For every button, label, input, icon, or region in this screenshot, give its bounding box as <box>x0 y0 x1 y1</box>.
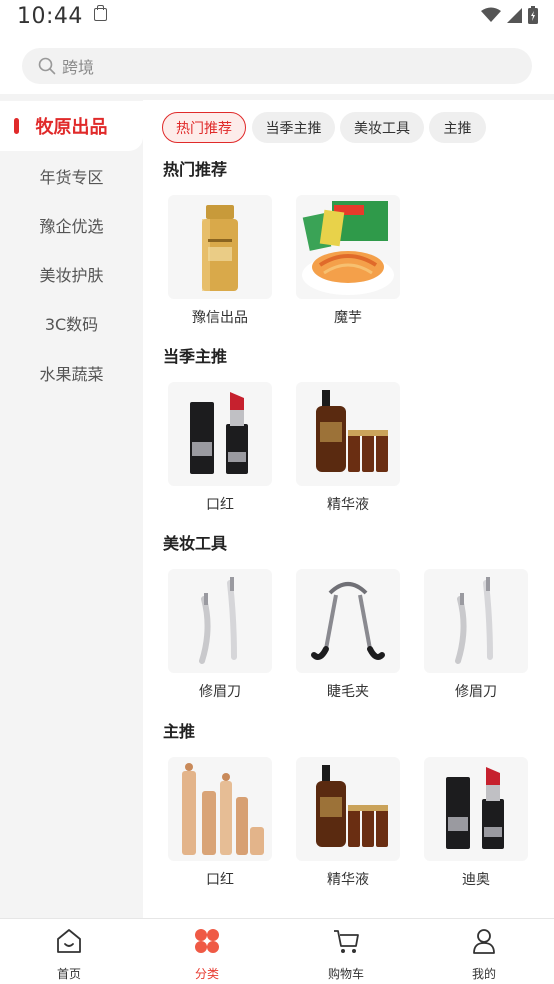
sidebar-item-label: 水果蔬菜 <box>39 365 104 384</box>
battery-icon <box>528 6 538 24</box>
product-name: 精华液 <box>327 872 369 888</box>
eyelash-curler-image <box>296 569 400 673</box>
serum-image <box>296 757 400 861</box>
product-name: 口红 <box>206 872 234 888</box>
section-title: 热门推荐 <box>163 160 228 179</box>
section-title: 美妆工具 <box>163 534 228 553</box>
lipstick-image <box>168 382 272 486</box>
chip-season[interactable]: 当季主推 <box>252 112 335 143</box>
active-indicator <box>14 118 19 134</box>
sidebar-item-fruit-veg[interactable]: 水果蔬菜 <box>0 348 143 398</box>
sunscreen-image <box>168 195 272 299</box>
nav-profile[interactable]: 我的 <box>444 927 524 982</box>
sidebar-item-beauty[interactable]: 美妆护肤 <box>0 249 143 299</box>
product-card[interactable]: 睫毛夹 <box>296 569 400 701</box>
sidebar-item-label: 3C数码 <box>44 315 99 334</box>
product-name: 豫信出品 <box>192 310 248 326</box>
eyebrow-razor-image <box>424 569 528 673</box>
product-name: 修眉刀 <box>199 684 241 700</box>
signal-icon <box>507 7 522 23</box>
chip-main[interactable]: 主推 <box>429 112 486 143</box>
eyebrow-razor-image <box>168 569 272 673</box>
konjac-image <box>296 195 400 299</box>
search-input[interactable]: 跨境 <box>22 48 532 84</box>
section-title: 当季主推 <box>163 347 228 366</box>
product-name: 口红 <box>206 497 234 513</box>
nav-label: 购物车 <box>327 967 364 981</box>
product-name: 迪奥 <box>462 872 490 888</box>
product-card[interactable]: 口红 <box>168 382 272 514</box>
home-icon <box>57 929 81 953</box>
category-icon <box>195 929 219 953</box>
product-card[interactable]: 魔芋 <box>296 195 400 327</box>
profile-icon <box>473 929 495 954</box>
product-card[interactable]: 精华液 <box>296 757 400 889</box>
nav-label: 分类 <box>194 967 219 981</box>
bottom-nav: 首页 分类 购物车 我的 <box>0 918 554 984</box>
product-card[interactable]: 修眉刀 <box>168 569 272 701</box>
search-placeholder: 跨境 <box>62 58 95 77</box>
nav-category[interactable]: 分类 <box>167 927 247 982</box>
product-card[interactable]: 修眉刀 <box>424 569 528 701</box>
chip-beauty-tools[interactable]: 美妆工具 <box>340 112 424 143</box>
wifi-icon <box>481 7 501 22</box>
product-name: 魔芋 <box>334 310 362 326</box>
product-name: 睫毛夹 <box>327 684 369 700</box>
serum-image <box>296 382 400 486</box>
nav-label: 我的 <box>471 967 496 981</box>
product-card[interactable]: 迪奥 <box>424 757 528 889</box>
product-card[interactable]: 口红 <box>168 757 272 889</box>
lipstick-image <box>424 757 528 861</box>
section-title: 主推 <box>163 722 196 741</box>
search-icon <box>38 57 56 75</box>
sidebar-item-henan-select[interactable]: 豫企优选 <box>0 200 143 250</box>
sidebar-item-label: 美妆护肤 <box>39 266 104 285</box>
notification-icon <box>94 5 107 21</box>
sidebar-item-label: 年货专区 <box>39 168 104 187</box>
gold-lipstick-set-image <box>168 757 272 861</box>
cart-icon <box>334 930 359 953</box>
sidebar-item-label: 豫企优选 <box>39 217 104 236</box>
nav-home[interactable]: 首页 <box>29 927 109 982</box>
sidebar-item-muyuan[interactable]: 牧原出品 <box>0 101 143 151</box>
product-name: 修眉刀 <box>455 684 497 700</box>
status-icons <box>481 6 538 24</box>
nav-label: 首页 <box>56 967 81 981</box>
chip-hot[interactable]: 热门推荐 <box>162 112 246 143</box>
sidebar-item-label: 牧原出品 <box>35 117 108 138</box>
sidebar-item-3c[interactable]: 3C数码 <box>0 298 143 348</box>
sidebar-item-new-year[interactable]: 年货专区 <box>0 151 143 201</box>
status-bar: 10:44 <box>0 0 554 36</box>
product-name: 精华液 <box>327 497 369 513</box>
status-time: 10:44 <box>17 4 83 29</box>
product-card[interactable]: 豫信出品 <box>168 195 272 327</box>
category-sidebar: 牧原出品 年货专区 豫企优选 美妆护肤 3C数码 水果蔬菜 <box>0 100 143 918</box>
product-card[interactable]: 精华液 <box>296 382 400 514</box>
nav-cart[interactable]: 购物车 <box>306 927 386 982</box>
